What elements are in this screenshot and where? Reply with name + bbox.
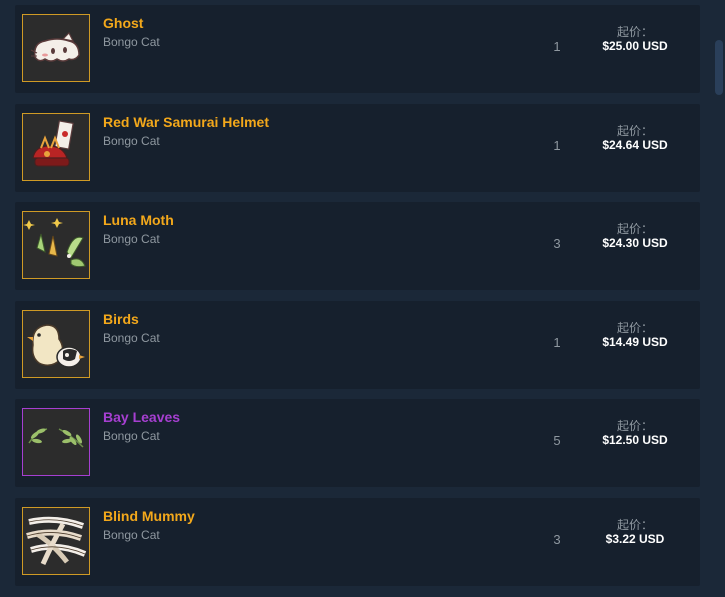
samurai-helmet-icon [32,120,74,167]
starting-at-label: 起价： [616,321,653,335]
listing-quantity: 1 [553,335,561,350]
birds-icon [27,324,85,368]
starting-at-label: 起价： [616,419,653,433]
listing-price: $14.49 USD [602,335,668,349]
listing-row[interactable]: Bay Leaves Bongo Cat 5 起价： $12.50 USD [15,399,700,487]
listing-quantity: 3 [553,236,561,251]
listing-row[interactable]: Ghost Bongo Cat 1 起价： $25.00 USD [15,5,700,93]
item-name[interactable]: Ghost [103,15,143,31]
game-name: Bongo Cat [103,35,160,49]
scrollbar-thumb[interactable] [715,40,723,95]
item-thumbnail [22,113,90,181]
listing-price: $24.64 USD [602,138,668,152]
listing-price: $25.00 USD [602,39,668,53]
luna-moth-icon [23,218,86,268]
listing-row[interactable]: Red War Samurai Helmet Bongo Cat 1 起价： $… [15,104,700,192]
game-name: Bongo Cat [103,134,160,148]
listing-row[interactable]: Blind Mummy Bongo Cat 3 起价： $3.22 USD [15,498,700,586]
listing-quantity: 3 [553,532,561,547]
listing-row[interactable]: Birds Bongo Cat 1 起价： $14.49 USD [15,301,700,389]
listing-price: $24.30 USD [602,236,668,250]
listing-quantity: 5 [553,433,561,448]
starting-at-label: 起价： [616,518,653,532]
game-name: Bongo Cat [103,528,160,542]
game-name: Bongo Cat [103,331,160,345]
ghost-cat-icon [30,31,80,62]
game-name: Bongo Cat [103,232,160,246]
item-name[interactable]: Red War Samurai Helmet [103,114,269,130]
listing-price: $3.22 USD [605,532,665,546]
listing-row[interactable]: Luna Moth Bongo Cat 3 起价： $24.30 USD [15,202,700,290]
listing-quantity: 1 [553,138,561,153]
mummy-wrap-icon [26,516,87,566]
item-name[interactable]: Bay Leaves [103,409,180,425]
listing-price: $12.50 USD [602,433,668,447]
item-name[interactable]: Birds [103,311,139,327]
starting-at-label: 起价： [616,124,653,138]
listing-quantity: 1 [553,39,561,54]
scrollbar[interactable] [713,0,723,597]
item-thumbnail [22,211,90,279]
bay-leaves-icon [28,428,84,448]
item-thumbnail [22,507,90,575]
item-thumbnail [22,14,90,82]
starting-at-label: 起价： [616,222,653,236]
item-name[interactable]: Luna Moth [103,212,174,228]
game-name: Bongo Cat [103,429,160,443]
item-thumbnail [22,310,90,378]
starting-at-label: 起价： [616,25,653,39]
item-name[interactable]: Blind Mummy [103,508,195,524]
item-thumbnail [22,408,90,476]
